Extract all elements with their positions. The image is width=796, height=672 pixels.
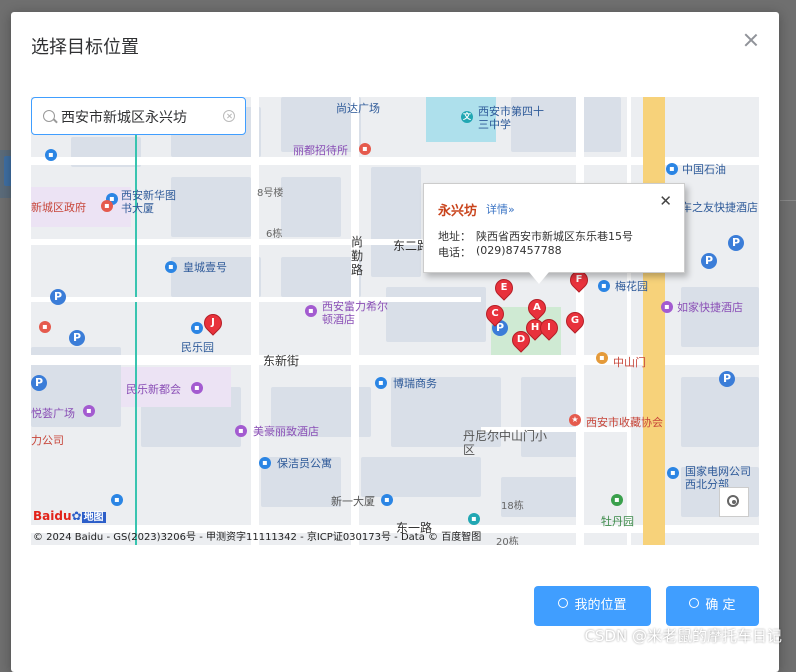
parking-icon: P — [69, 330, 85, 346]
poi-label[interactable]: 18栋 — [501, 497, 524, 512]
info-title: 永兴坊 — [438, 204, 478, 219]
poi-label[interactable]: 西安市收藏协会 — [586, 414, 663, 430]
park-icon: ▪ — [611, 494, 623, 506]
poi-label[interactable]: 尚达广场 — [336, 100, 380, 116]
transit-icon: ▪ — [45, 149, 57, 161]
poi-label[interactable]: 西安新华图书大厦 — [121, 189, 181, 215]
poi-label[interactable]: 力公司 — [31, 432, 64, 448]
poi-label[interactable]: 西安市第四十三中学 — [478, 105, 548, 131]
poi-label[interactable]: 博瑞商务 — [393, 375, 437, 391]
hotel-icon: ▪ — [305, 305, 317, 317]
address-value: 陕西省西安市新城区东乐巷15号 — [476, 230, 633, 243]
map-copyright: © 2024 Baidu - GS(2023)3206号 - 甲测资字11111… — [33, 532, 482, 543]
office-icon: ▪ — [375, 377, 387, 389]
poi-icon: ▪ — [39, 321, 51, 333]
location-dialog: 选择目标位置 尚达广场 文 西安市第四十三中学 丽都招待所 ▪ ▪ 中国石油 ▪… — [11, 12, 779, 672]
building-icon: ▪ — [259, 457, 271, 469]
info-close-icon[interactable]: ✕ — [659, 192, 672, 210]
road-label: 尚勤路 — [351, 235, 364, 277]
parking-icon: P — [719, 371, 735, 387]
info-window: 永兴坊 详情» ✕ 地址： 陕西省西安市新城区东乐巷15号 电话： (029)8… — [423, 183, 685, 284]
poi-label[interactable]: 中国石油 — [682, 161, 726, 177]
confirm-button[interactable]: 确 定 — [666, 586, 759, 626]
transit-icon: ▪ — [468, 513, 480, 525]
mall-icon: ▪ — [191, 382, 203, 394]
mall-icon: ▪ — [83, 405, 95, 417]
poi-label[interactable]: 民乐新都会 — [126, 381, 181, 397]
parking-icon: P — [50, 289, 66, 305]
government-icon: ▪ — [101, 200, 113, 212]
road-label: 东新街 — [263, 354, 300, 368]
parking-icon: P — [701, 253, 717, 269]
poi-label[interactable]: 新一大厦 — [331, 493, 375, 509]
phone-value: (029)87457788 — [476, 244, 562, 257]
star-icon: ★ — [569, 414, 581, 426]
user-icon — [689, 598, 700, 608]
dialog-title: 选择目标位置 — [31, 37, 139, 58]
poi-label[interactable]: 6栋 — [266, 225, 282, 240]
hotel-icon: ▪ — [359, 143, 371, 155]
hotel-icon: ▪ — [235, 425, 247, 437]
poi-label[interactable]: 保洁员公寓 — [277, 455, 332, 471]
poi-label[interactable]: 西安富力希尔顿酒店 — [322, 300, 392, 326]
baidu-logo: Baidu✿ 地图 — [33, 509, 106, 523]
poi-label[interactable]: 8号楼 — [257, 184, 283, 199]
watermark: CSDN @米老鼠的摩托车日记 — [584, 627, 782, 645]
poi-label[interactable]: 丽都招待所 — [293, 142, 348, 158]
close-icon[interactable] — [743, 32, 759, 48]
search-input[interactable] — [61, 107, 216, 127]
locate-icon[interactable] — [719, 487, 749, 517]
search-box — [31, 97, 246, 135]
poi-label[interactable]: 丹尼尔中山门小区 — [463, 429, 553, 457]
parking-icon: P — [728, 235, 744, 251]
map-canvas[interactable]: 尚达广场 文 西安市第四十三中学 丽都招待所 ▪ ▪ 中国石油 ▪ 西安新华图书… — [31, 97, 759, 545]
poi-label[interactable]: 梅花园 — [615, 278, 648, 294]
building-icon: ▪ — [667, 467, 679, 479]
marker-e[interactable]: E — [491, 275, 517, 301]
poi-label[interactable]: 牡丹园 — [601, 513, 634, 529]
hotel-icon: ▪ — [661, 301, 673, 313]
gas-station-icon: ▪ — [666, 163, 678, 175]
poi-label[interactable]: 中山门 — [613, 354, 646, 370]
residential-icon: ▪ — [598, 280, 610, 292]
my-location-button[interactable]: 我的位置 — [534, 586, 651, 626]
building-icon: ▪ — [381, 494, 393, 506]
poi-label[interactable]: 悦荟广场 — [31, 405, 75, 421]
poi-label[interactable]: 新城区政府 — [31, 199, 86, 215]
background-divider — [780, 200, 796, 201]
building-icon: ▪ — [165, 261, 177, 273]
poi-label[interactable]: 美豪丽致酒店 — [253, 423, 319, 439]
details-link[interactable]: 详情» — [486, 201, 515, 217]
marker-j[interactable]: J — [200, 310, 226, 336]
poi-label[interactable]: 20栋 — [496, 533, 519, 545]
poi-label[interactable]: 皇城壹号 — [183, 259, 227, 275]
address-label: 地址： — [438, 230, 471, 243]
poi-label[interactable]: 如家快捷酒店 — [677, 299, 743, 315]
phone-label: 电话： — [438, 246, 471, 259]
user-icon — [558, 598, 569, 608]
building-icon: ▪ — [111, 494, 123, 506]
clear-icon[interactable] — [223, 110, 235, 122]
parking-icon: P — [31, 375, 47, 391]
poi-label[interactable]: 车之友快捷酒店 — [681, 199, 758, 215]
poi-label[interactable]: 民乐园 — [181, 339, 214, 355]
gate-icon: ▪ — [596, 352, 608, 364]
place-icon: ▪ — [191, 322, 203, 334]
school-icon: 文 — [461, 111, 473, 123]
search-icon — [43, 110, 55, 122]
